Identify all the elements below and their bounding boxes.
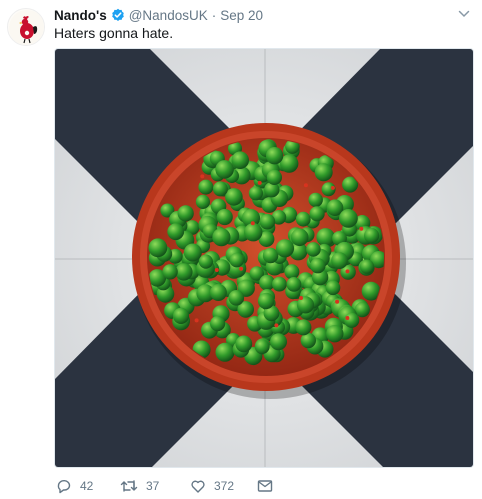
like-button[interactable]: 372 (190, 478, 234, 494)
tweet-photo[interactable] (54, 48, 474, 468)
reply-icon (57, 480, 71, 494)
tweet[interactable]: Nando's @NandosUK · Sep 20 Haters gonna … (0, 0, 482, 499)
bowl-of-peas-photo-icon (55, 49, 473, 467)
tweet-text: Haters gonna hate. (54, 25, 174, 41)
chevron-down-icon[interactable] (458, 7, 470, 19)
envelope-icon (257, 480, 273, 492)
heart-icon (191, 480, 205, 493)
author-display-name[interactable]: Nando's (54, 8, 107, 23)
avatar[interactable] (7, 8, 45, 46)
retweet-count: 37 (146, 479, 160, 493)
retweet-button[interactable]: 37 (120, 478, 159, 494)
tweet-header: Nando's @NandosUK · Sep 20 (54, 6, 263, 24)
tweet-timestamp[interactable]: Sep 20 (220, 8, 263, 23)
direct-message-button[interactable] (257, 478, 273, 494)
reply-count: 42 (80, 479, 94, 493)
verified-badge-icon (111, 8, 125, 22)
author-handle[interactable]: @NandosUK (129, 8, 208, 23)
separator-dot: · (211, 7, 217, 23)
like-count: 372 (214, 479, 235, 493)
retweet-icon (120, 480, 138, 492)
reply-button[interactable]: 42 (56, 478, 93, 494)
nandos-rooster-logo-icon (9, 10, 44, 45)
tweet-actions: 42 37 372 (54, 478, 474, 496)
